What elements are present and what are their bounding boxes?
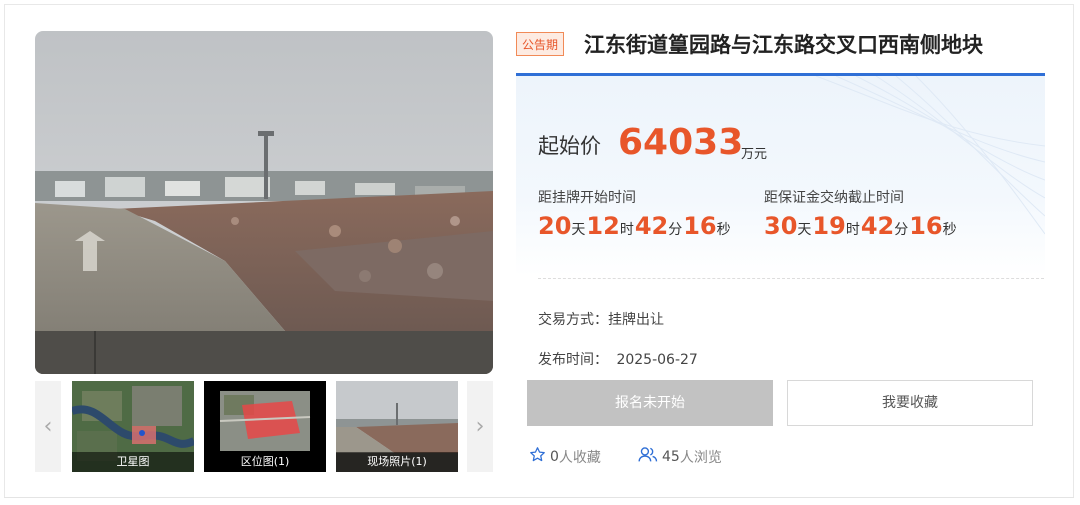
dashed-divider [538, 278, 1044, 279]
countdown-minutes: 42 [634, 212, 669, 240]
minute-unit: 分 [668, 222, 683, 238]
main-photo[interactable] [35, 31, 493, 374]
countdown-start-label: 距挂牌开始时间 [538, 190, 636, 206]
countdown-hours: 12 [586, 212, 620, 240]
thumb-caption: 卫星图 [72, 452, 194, 472]
price-unit: 万元 [741, 147, 768, 162]
countdown-deposit: 30 天 19 时 42 分 16 秒 [764, 212, 958, 248]
countdown-seconds: 16 [683, 212, 717, 240]
status-badge: 公告期 [516, 32, 565, 56]
publish-date-label: 发布时间： [538, 352, 608, 368]
thumb-caption: 现场照片(1) [336, 452, 458, 472]
countdown-days: 20 [538, 212, 572, 240]
favorites-stat[interactable]: 0 人收藏 [529, 446, 601, 467]
price-label: 起始价 [538, 134, 601, 158]
countdown-days: 30 [764, 212, 798, 240]
hour-unit: 时 [845, 222, 860, 238]
thumbnail-strip: ‹ 卫星图 区位图(1) 现场照片(1) › [35, 381, 493, 472]
divider [4, 497, 1074, 498]
day-unit: 天 [797, 222, 812, 238]
page-title: 江东街道篁园路与江东路交叉口西南侧地块 [584, 33, 983, 57]
views-count: 45 [662, 448, 680, 465]
countdown-seconds: 16 [909, 212, 943, 240]
publish-date: 2025-06-27 [616, 352, 698, 368]
thumb-caption: 区位图(1) [204, 452, 326, 472]
hour-unit: 时 [619, 222, 634, 238]
second-unit: 秒 [942, 222, 957, 238]
second-unit: 秒 [716, 222, 731, 238]
countdown-hours: 19 [812, 212, 846, 240]
countdown-start: 20 天 12 时 42 分 16 秒 [538, 212, 732, 248]
thumb-satellite[interactable]: 卫星图 [72, 381, 194, 472]
publish-date-row: 发布时间： 2025-06-27 [538, 349, 698, 369]
thumb-location-map[interactable]: 区位图(1) [204, 381, 326, 472]
views-stat: 45 人浏览 [638, 446, 722, 467]
trade-method: 交易方式：挂牌出让 [538, 312, 664, 328]
price-value: 64033 [618, 122, 744, 163]
day-unit: 天 [571, 222, 586, 238]
views-suffix: 人浏览 [679, 449, 722, 466]
chevron-left-icon[interactable]: ‹ [35, 381, 61, 472]
register-button[interactable]: 报名未开始 [527, 380, 773, 426]
star-icon [529, 446, 546, 467]
thumb-site-photo[interactable]: 现场照片(1) [336, 381, 458, 472]
chevron-right-icon[interactable]: › [467, 381, 493, 472]
users-icon [638, 446, 658, 467]
countdown-deposit-label: 距保证金交纳截止时间 [764, 190, 904, 206]
minute-unit: 分 [894, 222, 909, 238]
favorites-count: 0 [550, 448, 559, 465]
countdown-minutes: 42 [860, 212, 895, 240]
favorites-suffix: 人收藏 [558, 449, 601, 466]
favorite-button[interactable]: 我要收藏 [787, 380, 1033, 426]
